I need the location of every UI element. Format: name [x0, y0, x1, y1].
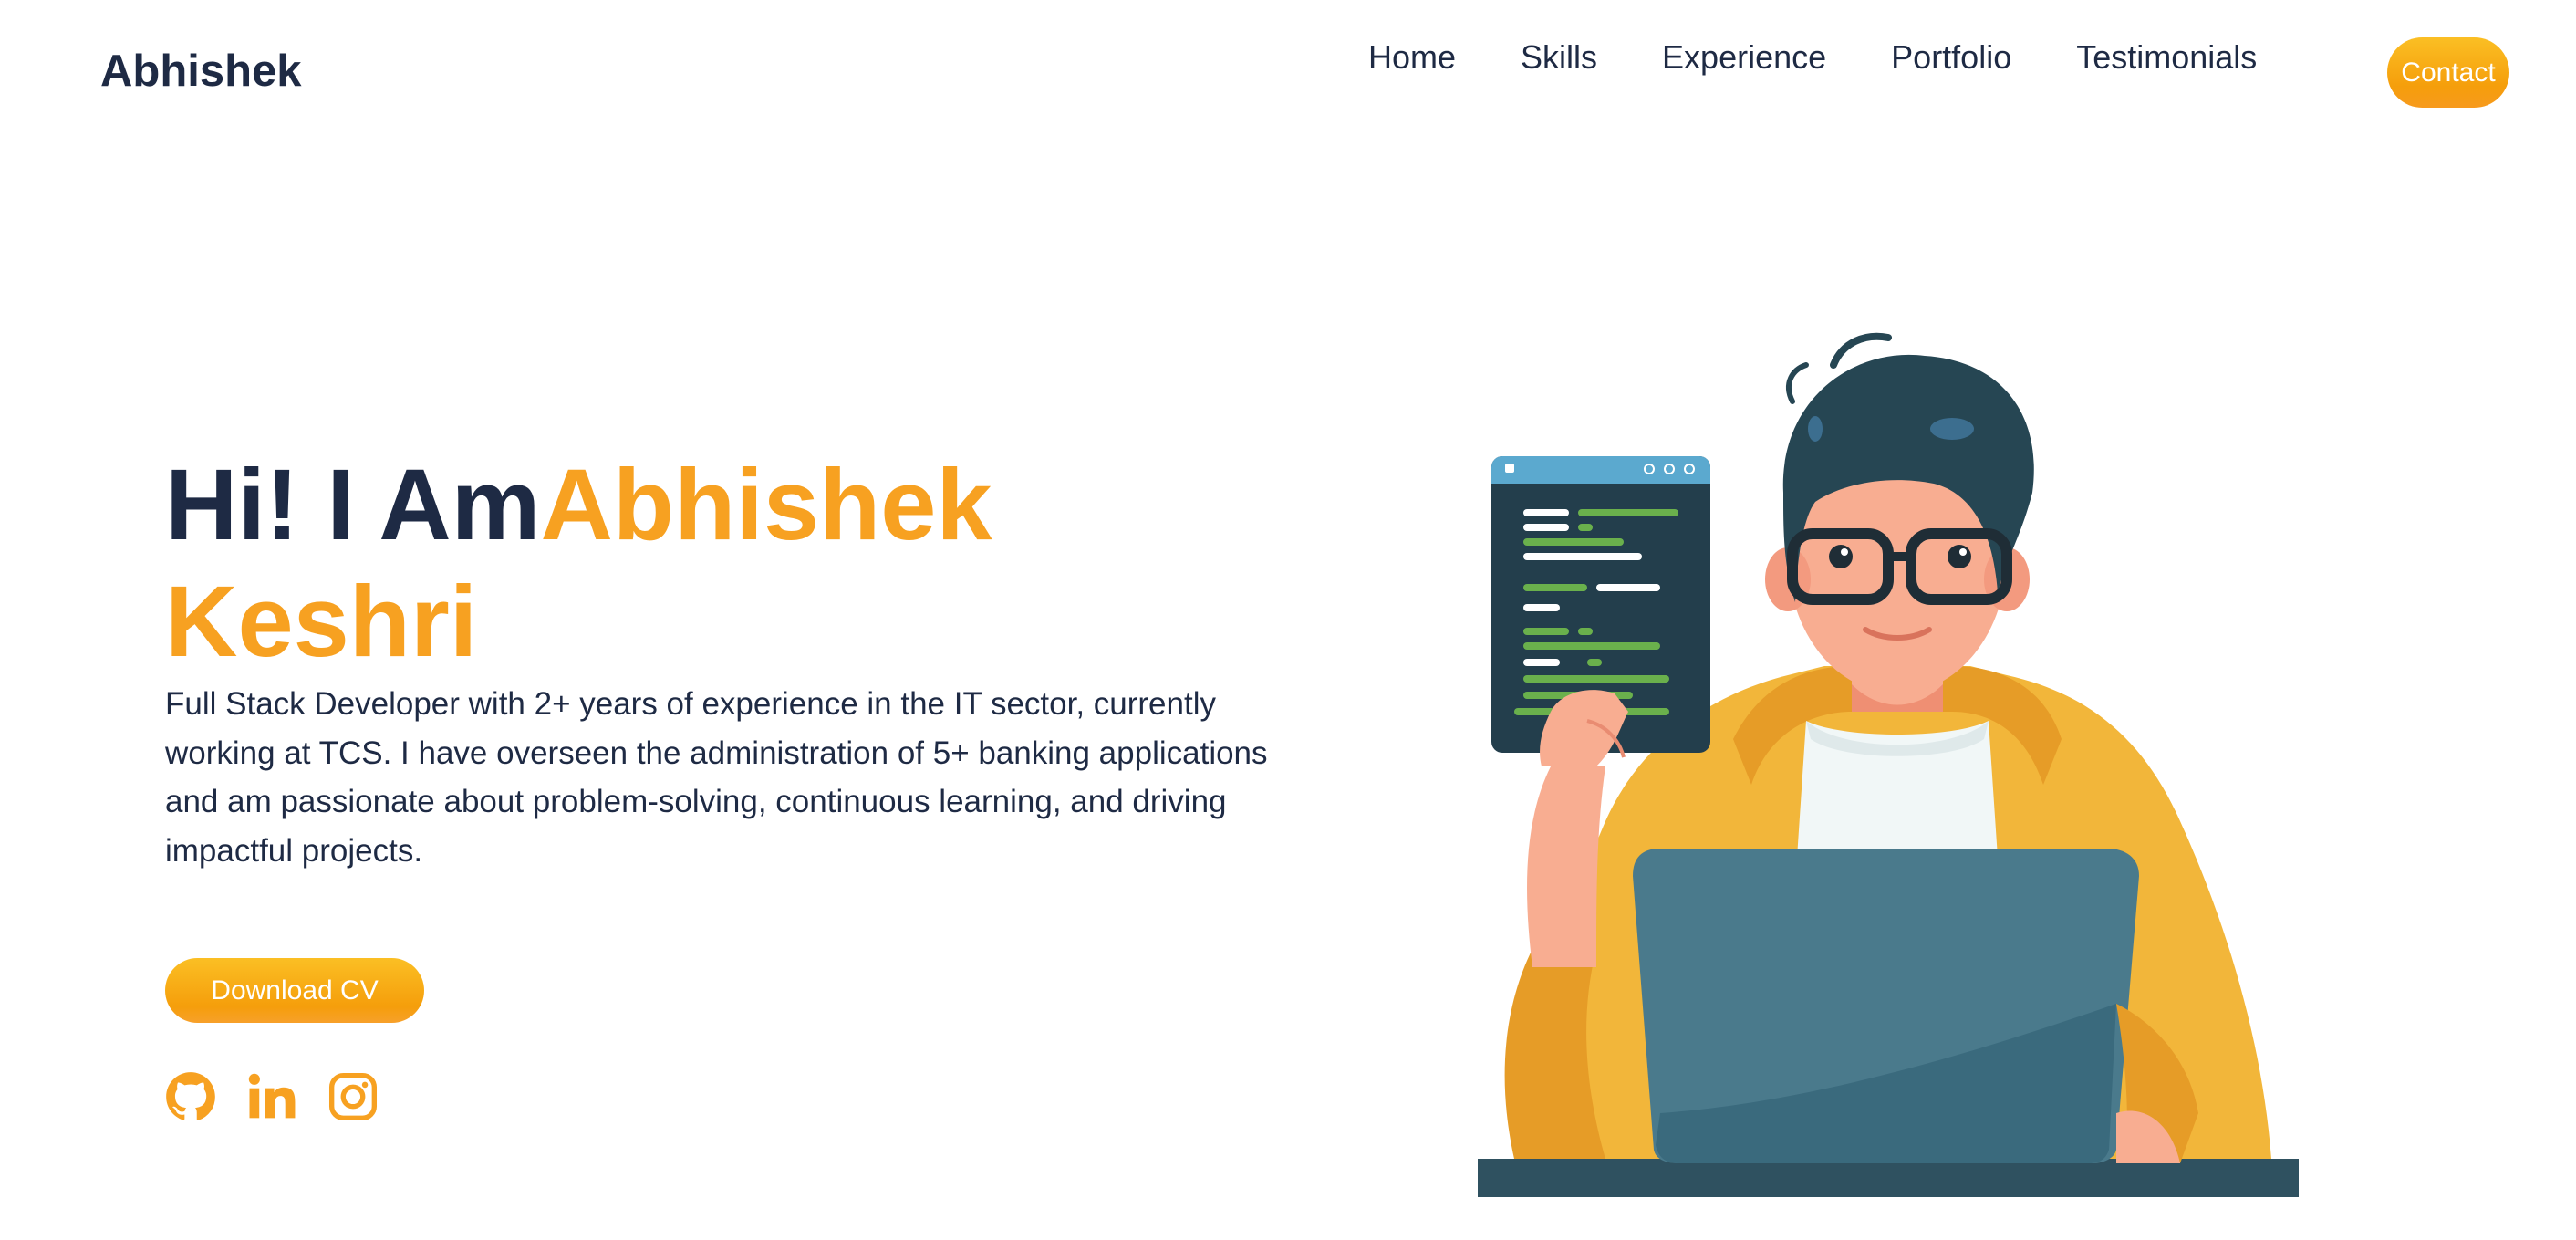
main-nav: Home Skills Experience Portfolio Testimo… [1368, 36, 2322, 78]
nav-portfolio[interactable]: Portfolio [1891, 36, 2011, 78]
nav-skills[interactable]: Skills [1521, 36, 1597, 78]
hero-description: Full Stack Developer with 2+ years of ex… [165, 686, 1268, 869]
github-icon [166, 1072, 215, 1120]
nav-experience[interactable]: Experience [1662, 36, 1826, 78]
instagram-link[interactable] [327, 1071, 379, 1122]
hero-greeting: Hi! I Am [165, 449, 541, 561]
hero-first-name: Abhishek [540, 449, 992, 561]
developer-illustration [1478, 332, 2299, 1197]
hero-last-name: Keshri [165, 566, 478, 678]
linkedin-icon [248, 1073, 296, 1119]
social-links [165, 1071, 379, 1122]
brand-logo[interactable]: Abhishek [100, 46, 302, 97]
download-cv-button[interactable]: Download CV [165, 958, 424, 1023]
instagram-icon [328, 1072, 378, 1121]
linkedin-link[interactable] [246, 1071, 297, 1122]
hero-heading: Hi! I AmAbhishek Keshri [165, 447, 1260, 681]
github-link[interactable] [165, 1071, 216, 1122]
contact-button[interactable]: Contact [2387, 37, 2509, 108]
nav-home[interactable]: Home [1368, 36, 1456, 78]
page: Abhishek Home Skills Experience Portfoli… [0, 0, 2576, 1240]
nav-testimonials[interactable]: Testimonials [2076, 36, 2257, 78]
